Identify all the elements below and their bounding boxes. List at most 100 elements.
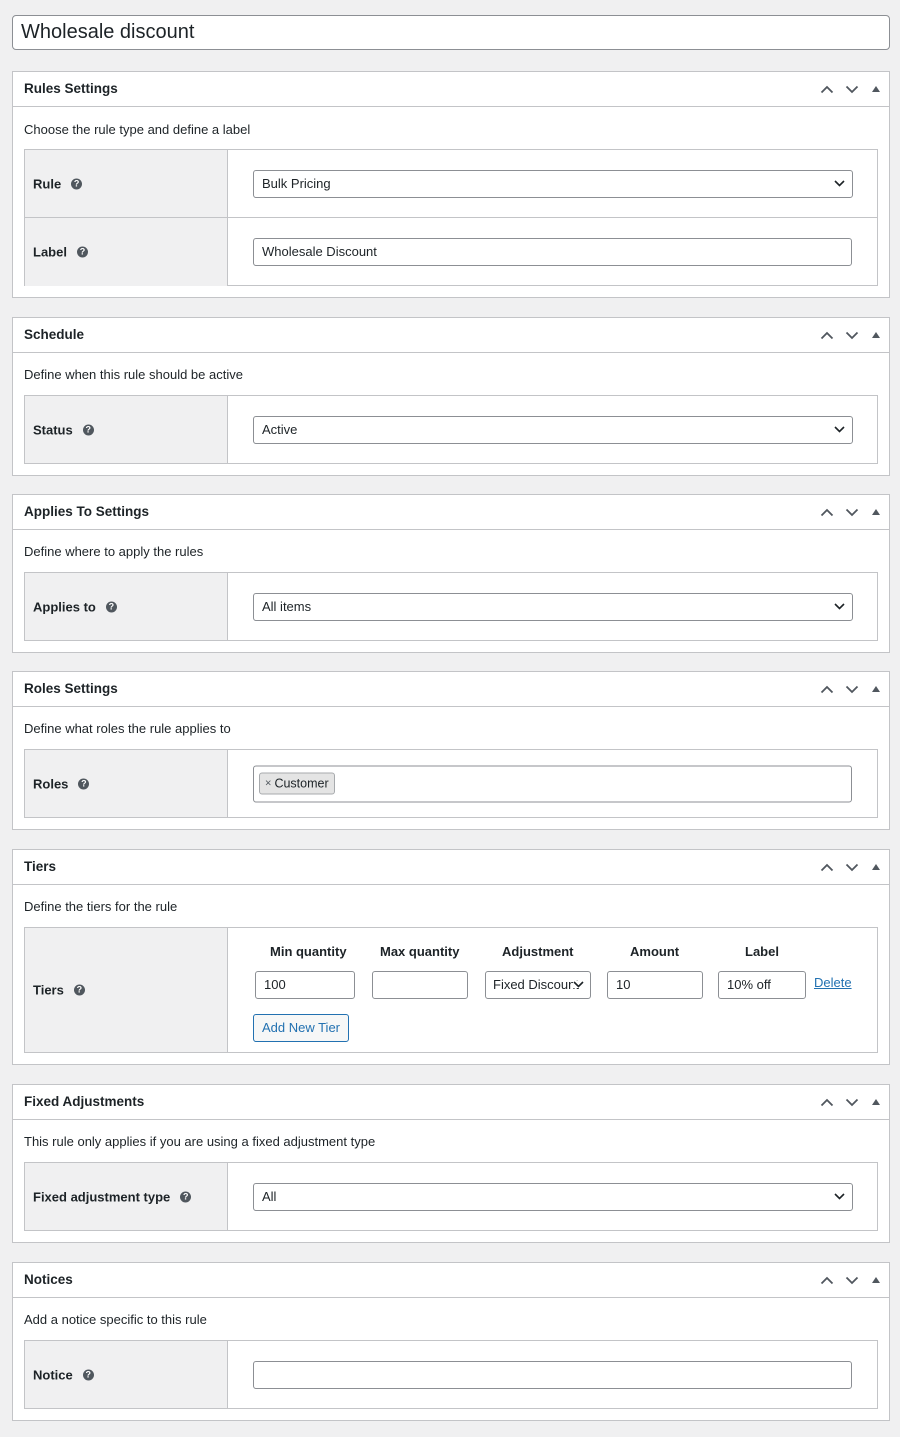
row-field: Active <box>253 396 877 463</box>
move-down-icon[interactable] <box>842 318 862 352</box>
col-min-quantity: Min quantity <box>270 944 347 959</box>
help-icon[interactable]: ? <box>105 601 117 612</box>
box-description: Define the tiers for the rule <box>24 899 178 914</box>
move-down-icon[interactable] <box>842 72 862 106</box>
label-input[interactable]: Wholesale Discount <box>253 238 852 266</box>
notice-input[interactable] <box>253 1360 852 1389</box>
schedule-box: Schedule Define when this rule should be… <box>12 317 890 476</box>
row-field: All items <box>253 573 877 640</box>
applies-to-select-value: All items <box>262 598 312 614</box>
row-label: Fixed adjustment type? <box>25 1163 228 1230</box>
max-quantity-input[interactable] <box>372 971 468 999</box>
move-up-icon[interactable] <box>817 72 837 106</box>
form-table: Notice? <box>24 1340 878 1409</box>
adjustment-select-value: Fixed Discount <box>493 977 579 992</box>
move-up-icon[interactable] <box>817 318 837 352</box>
roles-multiselect[interactable]: × Customer <box>253 765 852 802</box>
move-down-icon[interactable] <box>842 850 862 884</box>
form-table: Fixed adjustment type? All <box>24 1162 878 1231</box>
status-label: Status <box>33 422 73 437</box>
fixed-type-select-value: All <box>262 1188 277 1204</box>
move-down-icon[interactable] <box>842 495 862 529</box>
row-label: Rule? <box>25 150 228 217</box>
roles-row: Roles? × Customer <box>25 750 877 817</box>
fixed-type-label: Fixed adjustment type <box>33 1189 171 1204</box>
move-down-icon[interactable] <box>842 672 862 706</box>
row-field: Bulk Pricing <box>253 150 877 217</box>
tier-label-input[interactable]: 10% off <box>718 971 806 999</box>
box-header: Roles Settings <box>13 672 889 707</box>
move-down-icon[interactable] <box>842 1263 862 1297</box>
role-chip-label: Customer <box>274 776 329 790</box>
move-up-icon[interactable] <box>817 672 837 706</box>
tiers-box: Tiers Define the tiers for the rule Tier… <box>12 849 890 1065</box>
toggle-panel-icon[interactable] <box>866 495 886 529</box>
form-table: Status? Active <box>24 395 878 464</box>
toggle-panel-icon[interactable] <box>866 1263 886 1297</box>
box-header: Applies To Settings <box>13 495 889 530</box>
label-row: Label? Wholesale Discount <box>25 218 877 286</box>
help-icon[interactable]: ? <box>76 246 88 258</box>
rules-settings-box: Rules Settings Choose the rule type and … <box>12 71 890 298</box>
toggle-panel-icon[interactable] <box>866 72 886 106</box>
notice-row: Notice? <box>25 1341 877 1408</box>
add-new-tier-button[interactable]: Add New Tier <box>253 1014 349 1042</box>
box-title: Tiers <box>24 859 57 874</box>
rule-select[interactable]: Bulk Pricing <box>253 169 853 198</box>
help-icon[interactable]: ? <box>78 778 90 789</box>
status-select[interactable]: Active <box>253 415 853 444</box>
col-amount: Amount <box>630 944 680 959</box>
row-label: Roles? <box>25 750 228 817</box>
fixed-type-row: Fixed adjustment type? All <box>25 1163 877 1230</box>
row-label: Status? <box>25 396 228 463</box>
toggle-panel-icon[interactable] <box>866 1085 886 1119</box>
adjustment-select[interactable]: Fixed Discount <box>485 971 591 999</box>
help-icon[interactable]: ? <box>71 178 83 189</box>
box-description: Define when this rule should be active <box>24 367 243 382</box>
row-field <box>253 1341 877 1408</box>
move-up-icon[interactable] <box>817 1263 837 1297</box>
applies-to-box: Applies To Settings Define where to appl… <box>12 494 890 653</box>
toggle-panel-icon[interactable] <box>866 318 886 352</box>
col-label: Label <box>745 944 779 959</box>
form-table: Rule? Bulk Pricing Label? Wholesale Disc… <box>24 149 878 286</box>
chevron-down-icon <box>834 179 845 187</box>
move-up-icon[interactable] <box>817 1085 837 1119</box>
tiers-label: Tiers <box>33 982 64 998</box>
row-label: Applies to? <box>25 573 228 640</box>
help-icon[interactable]: ? <box>82 1369 94 1380</box>
box-title: Rules Settings <box>24 81 118 96</box>
min-quantity-input[interactable]: 100 <box>255 971 355 999</box>
post-title-input[interactable]: Wholesale discount <box>12 15 890 50</box>
applies-to-select[interactable]: All items <box>253 592 853 621</box>
form-table: Tiers? Min quantity Max quantity Adjustm… <box>24 927 878 1053</box>
row-label: Tiers? <box>25 928 228 1052</box>
roles-settings-box: Roles Settings Define what roles the rul… <box>12 671 890 830</box>
row-field: All <box>253 1163 877 1230</box>
applies-to-row: Applies to? All items <box>25 573 877 640</box>
move-up-icon[interactable] <box>817 850 837 884</box>
row-label: Label? <box>25 218 228 286</box>
delete-tier-link[interactable]: Delete <box>814 975 852 990</box>
fixed-type-select[interactable]: All <box>253 1182 853 1211</box>
box-description: Add a notice specific to this rule <box>24 1312 207 1327</box>
amount-input[interactable]: 10 <box>607 971 703 999</box>
toggle-panel-icon[interactable] <box>866 672 886 706</box>
help-icon[interactable]: ? <box>180 1191 192 1202</box>
help-icon[interactable]: ? <box>82 424 94 435</box>
box-title: Applies To Settings <box>24 504 150 519</box>
box-title: Notices <box>24 1272 73 1287</box>
help-icon[interactable]: ? <box>73 984 85 996</box>
move-down-icon[interactable] <box>842 1085 862 1119</box>
move-up-icon[interactable] <box>817 495 837 529</box>
toggle-panel-icon[interactable] <box>866 850 886 884</box>
status-select-value: Active <box>262 421 298 437</box>
tiers-row: Tiers? Min quantity Max quantity Adjustm… <box>25 928 877 1052</box>
rule-row: Rule? Bulk Pricing <box>25 150 877 218</box>
notices-box: Notices Add a notice specific to this ru… <box>12 1262 890 1421</box>
form-table: Roles? × Customer <box>24 749 878 818</box>
box-header: Tiers <box>13 850 889 885</box>
remove-chip-icon[interactable]: × <box>265 773 271 793</box>
chevron-down-icon <box>573 981 584 988</box>
chevron-down-icon <box>834 425 845 433</box>
